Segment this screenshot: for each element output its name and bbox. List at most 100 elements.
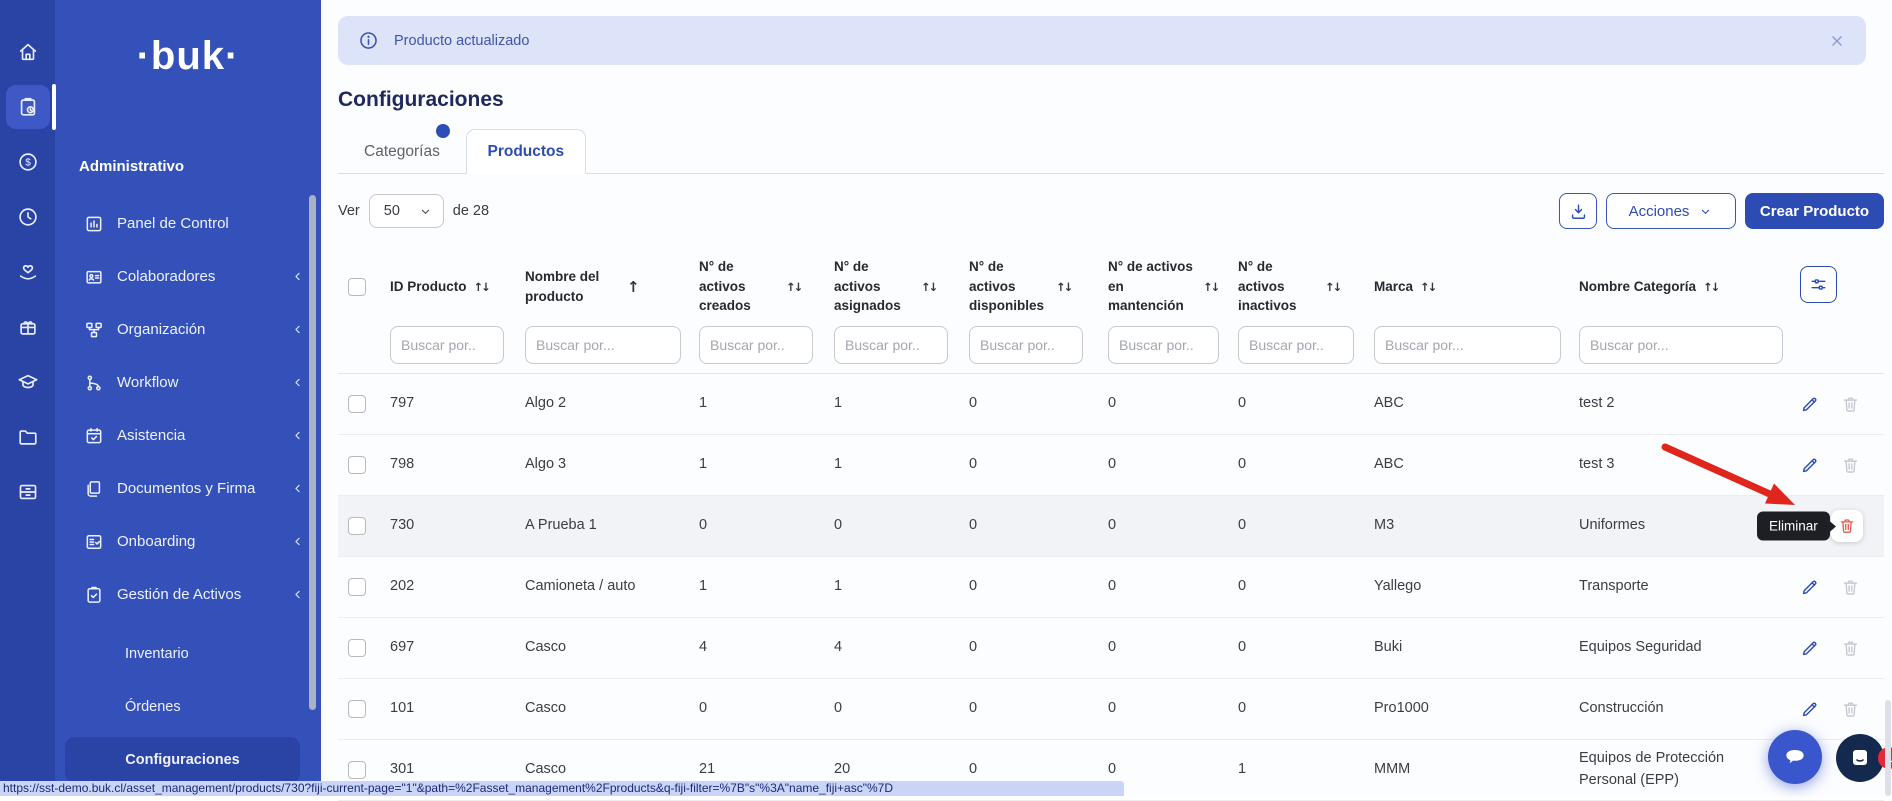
edit-button[interactable] bbox=[1799, 577, 1819, 597]
row-checkbox[interactable] bbox=[348, 761, 366, 779]
row-actions bbox=[1790, 394, 1884, 414]
sidebar-subitem-inventario[interactable]: Inventario bbox=[55, 627, 321, 680]
sidebar-item-documentos-y-firma[interactable]: Documentos y Firma bbox=[55, 462, 321, 515]
column-header-creados[interactable]: N° de activos creados↑↓ bbox=[695, 257, 830, 316]
cell-creados: 0 bbox=[695, 698, 830, 720]
edit-button[interactable] bbox=[1799, 394, 1819, 414]
column-header-marca[interactable]: Marca↑↓ bbox=[1370, 277, 1575, 297]
rail-item-drawer[interactable] bbox=[6, 470, 50, 514]
column-header-nombre[interactable]: Nombre del producto↑ bbox=[521, 267, 695, 306]
column-settings-button[interactable] bbox=[1800, 266, 1837, 303]
chat-widget-icon bbox=[1848, 746, 1872, 770]
rail-item-folder[interactable] bbox=[6, 415, 50, 459]
edit-button[interactable] bbox=[1799, 455, 1819, 475]
tab-productos[interactable]: Productos bbox=[466, 129, 586, 174]
rail-item-gift-box[interactable] bbox=[6, 305, 50, 349]
trash-icon bbox=[1841, 456, 1860, 475]
acciones-button[interactable]: Acciones bbox=[1606, 193, 1736, 229]
delete-button[interactable] bbox=[1840, 577, 1860, 597]
tab-categorias[interactable]: Categorías bbox=[338, 129, 466, 174]
filter-input-creados[interactable] bbox=[699, 326, 813, 364]
row-checkbox[interactable] bbox=[348, 700, 366, 718]
sidebar-subitem-ordenes[interactable]: Órdenes bbox=[55, 680, 321, 733]
row-checkbox[interactable] bbox=[348, 395, 366, 413]
delete-button[interactable] bbox=[1840, 638, 1860, 658]
clock-icon bbox=[17, 206, 39, 228]
sidebar-subitem-configuraciones[interactable]: Configuraciones bbox=[65, 737, 300, 783]
chevron-down-icon bbox=[418, 204, 433, 219]
cell-mantencion: 0 bbox=[1104, 393, 1234, 415]
table-row-101: 101Casco00000Pro1000Construcción bbox=[338, 679, 1884, 740]
cell-inactivos: 0 bbox=[1234, 698, 1370, 720]
delete-button[interactable] bbox=[1840, 394, 1860, 414]
delete-button[interactable] bbox=[1840, 699, 1860, 719]
delete-button[interactable] bbox=[1831, 510, 1863, 542]
tab-notification-dot bbox=[436, 124, 450, 138]
sidebar-item-label: Panel de Control bbox=[117, 215, 229, 232]
table-filter-row bbox=[338, 325, 1884, 365]
page-scrollbar[interactable] bbox=[1885, 700, 1891, 796]
buk-logo[interactable]: ·buk· bbox=[55, 34, 321, 79]
filter-input-id[interactable] bbox=[390, 326, 504, 364]
cell-mantencion: 0 bbox=[1104, 759, 1234, 781]
sidebar-item-onboarding[interactable]: Onboarding bbox=[55, 515, 321, 568]
cell-disponibles: 0 bbox=[965, 576, 1104, 598]
column-header-disponibles[interactable]: N° de activos disponibles↑↓ bbox=[965, 257, 1104, 316]
sidebar-item-gestion-de-activos[interactable]: Gestión de Activos bbox=[55, 568, 321, 621]
row-checkbox[interactable] bbox=[348, 456, 366, 474]
row-checkbox[interactable] bbox=[348, 578, 366, 596]
chevron-left-icon bbox=[290, 481, 305, 496]
rail-item-dollar[interactable]: $ bbox=[6, 140, 50, 184]
row-checkbox[interactable] bbox=[348, 517, 366, 535]
row-checkbox[interactable] bbox=[348, 639, 366, 657]
sidebar-scrollbar[interactable] bbox=[309, 195, 316, 710]
filter-input-asignados[interactable] bbox=[834, 326, 948, 364]
page-title: Configuraciones bbox=[338, 88, 504, 112]
sidebar-item-panel-de-control[interactable]: Panel de Control bbox=[55, 197, 321, 250]
column-header-mantencion[interactable]: N° de activos en mantención↑↓ bbox=[1104, 257, 1234, 316]
column-header-id[interactable]: ID Producto↑↓ bbox=[386, 277, 521, 297]
filter-input-mantencion[interactable] bbox=[1108, 326, 1219, 364]
sidebar-item-organizacion[interactable]: Organización bbox=[55, 303, 321, 356]
cell-id: 202 bbox=[386, 576, 521, 598]
select-all-checkbox[interactable] bbox=[348, 278, 366, 296]
workflow-icon bbox=[84, 373, 104, 393]
rail-item-hand-heart[interactable] bbox=[6, 250, 50, 294]
clipboard-clock-icon bbox=[17, 96, 39, 118]
column-header-asignados[interactable]: N° de activos asignados↑↓ bbox=[830, 257, 965, 316]
cell-disponibles: 0 bbox=[965, 393, 1104, 415]
cell-creados: 21 bbox=[695, 759, 830, 781]
edit-button[interactable] bbox=[1799, 699, 1819, 719]
chevron-left-icon bbox=[290, 269, 305, 284]
filter-input-nombre[interactable] bbox=[525, 326, 681, 364]
download-icon bbox=[1569, 202, 1588, 221]
sidebar-item-workflow[interactable]: Workflow bbox=[55, 356, 321, 409]
cell-marca: MMM bbox=[1370, 759, 1575, 781]
column-header-categoria[interactable]: Nombre Categoría↑↓ bbox=[1575, 277, 1790, 297]
rail-item-home[interactable] bbox=[6, 30, 50, 74]
cell-asignados: 1 bbox=[830, 454, 965, 476]
filter-input-marca[interactable] bbox=[1374, 326, 1561, 364]
filter-input-categoria[interactable] bbox=[1579, 326, 1783, 364]
cell-marca: M3 bbox=[1370, 515, 1575, 537]
download-button[interactable] bbox=[1559, 193, 1597, 229]
rail-item-clock[interactable] bbox=[6, 195, 50, 239]
filter-input-inactivos[interactable] bbox=[1238, 326, 1354, 364]
rail-item-clipboard-clock[interactable] bbox=[6, 85, 50, 129]
page-size-select[interactable]: 50 bbox=[369, 194, 444, 228]
filter-input-disponibles[interactable] bbox=[969, 326, 1083, 364]
support-widget-button[interactable]: 1 bbox=[1836, 734, 1884, 782]
rail-item-graduation-cap[interactable] bbox=[6, 360, 50, 404]
cell-inactivos: 0 bbox=[1234, 576, 1370, 598]
crear-producto-button[interactable]: Crear Producto bbox=[1745, 193, 1884, 229]
cell-creados: 1 bbox=[695, 576, 830, 598]
column-header-inactivos[interactable]: N° de activos inactivos↑↓ bbox=[1234, 257, 1370, 316]
close-icon[interactable] bbox=[1828, 32, 1846, 50]
sort-icon: ↑↓ bbox=[1056, 280, 1071, 294]
edit-button[interactable] bbox=[1799, 638, 1819, 658]
table-row-797: 797Algo 211000ABCtest 2 bbox=[338, 374, 1884, 435]
delete-button[interactable] bbox=[1840, 455, 1860, 475]
sidebar-item-asistencia[interactable]: Asistencia bbox=[55, 409, 321, 462]
chat-button[interactable] bbox=[1768, 730, 1822, 784]
sidebar-item-colaboradores[interactable]: Colaboradores bbox=[55, 250, 321, 303]
